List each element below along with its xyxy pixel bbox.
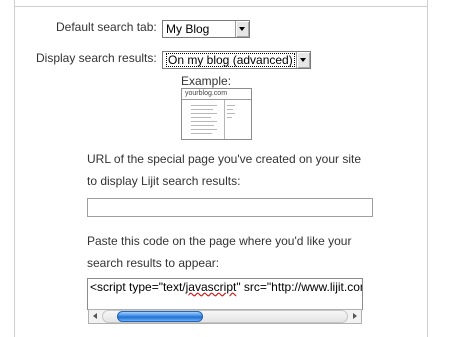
display-results-label: Display search results: xyxy=(36,51,157,65)
preview-line xyxy=(191,105,217,106)
example-preview-image: yourblog.com xyxy=(181,88,252,140)
scrollbar-thumb[interactable] xyxy=(117,311,203,322)
embed-code-text: <script type="text/javascript" src="http… xyxy=(90,280,363,294)
preview-line xyxy=(191,129,217,130)
arrow-left-icon[interactable] xyxy=(89,310,102,323)
url-instructions-line2: to display Lijit search results: xyxy=(87,174,241,188)
scrollbar-track[interactable] xyxy=(102,310,348,323)
spellcheck-error: javascript xyxy=(185,280,237,294)
code-instructions-line2: search results to appear: xyxy=(87,256,220,270)
preview-line xyxy=(191,125,214,126)
code-instructions-line1: Paste this code on the page where you'd … xyxy=(87,234,352,248)
preview-sidebar-line xyxy=(227,117,232,118)
preview-line xyxy=(191,133,212,134)
preview-domain: yourblog.com xyxy=(185,90,228,97)
example-label: Example: xyxy=(181,74,232,88)
preview-sidebar-line xyxy=(227,113,235,114)
display-results-value: On my blog (advanced) xyxy=(166,53,295,67)
preview-header-divider xyxy=(182,99,251,100)
preview-line xyxy=(191,109,213,110)
default-search-tab-select[interactable]: My Blog xyxy=(162,20,250,38)
panel-border-left xyxy=(14,0,15,337)
preview-sidebar-divider xyxy=(224,100,225,139)
arrow-right-icon[interactable] xyxy=(348,310,361,323)
preview-sidebar-line xyxy=(227,109,233,110)
embed-code-textarea[interactable]: <script type="text/javascript" src="http… xyxy=(87,278,363,310)
panel-border-right xyxy=(427,0,428,337)
default-search-tab-label: Default search tab: xyxy=(56,20,157,34)
horizontal-scrollbar[interactable] xyxy=(88,309,362,324)
preview-line xyxy=(191,117,211,118)
default-search-tab-value: My Blog xyxy=(166,22,210,36)
url-instructions-line1: URL of the special page you've created o… xyxy=(87,152,362,166)
chevron-down-icon[interactable] xyxy=(235,21,249,37)
preview-line xyxy=(191,113,217,114)
chevron-down-icon[interactable] xyxy=(296,52,310,68)
panel-border-top xyxy=(14,6,428,7)
display-results-select[interactable]: On my blog (advanced) xyxy=(162,51,311,69)
preview-sidebar-line xyxy=(227,105,235,106)
preview-line xyxy=(191,121,217,122)
results-page-url-input[interactable] xyxy=(87,198,373,217)
